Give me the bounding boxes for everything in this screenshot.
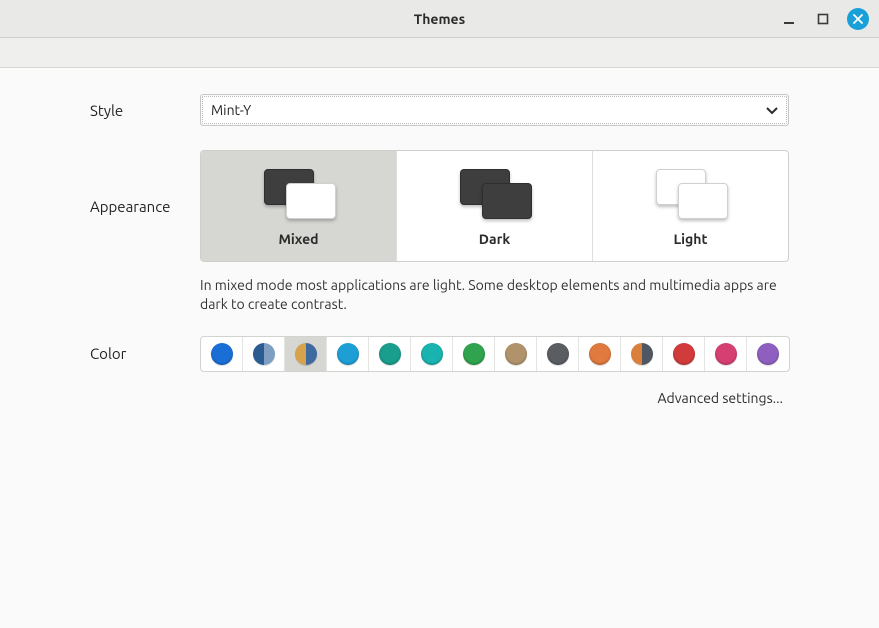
- style-selected-value: Mint-Y: [211, 102, 251, 118]
- color-swatch[interactable]: [285, 337, 327, 371]
- color-swatch-icon: [631, 343, 653, 365]
- appearance-label: Appearance: [90, 198, 200, 215]
- color-swatch-icon: [379, 343, 401, 365]
- color-swatch-icon: [505, 343, 527, 365]
- color-swatch-icon: [211, 343, 233, 365]
- titlebar: Themes: [0, 0, 879, 38]
- color-swatch[interactable]: [411, 337, 453, 371]
- content-area: Style Mint-Y Appearance Mixed: [0, 68, 879, 406]
- color-swatch-icon: [757, 343, 779, 365]
- advanced-settings-link[interactable]: Advanced settings...: [657, 390, 783, 406]
- color-swatch[interactable]: [705, 337, 747, 371]
- window-title: Themes: [0, 11, 879, 27]
- close-button[interactable]: [847, 8, 869, 30]
- appearance-option-light[interactable]: Light: [593, 151, 788, 261]
- style-label: Style: [90, 102, 200, 119]
- color-swatch-icon: [715, 343, 737, 365]
- appearance-option-mixed[interactable]: Mixed: [201, 151, 397, 261]
- color-swatch[interactable]: [537, 337, 579, 371]
- color-swatch-icon: [295, 343, 317, 365]
- appearance-row: Appearance Mixed Dark: [90, 150, 789, 262]
- close-icon: [853, 14, 863, 24]
- appearance-option-label: Dark: [479, 231, 510, 247]
- advanced-row: Advanced settings...: [90, 390, 789, 406]
- appearance-light-icon: [652, 167, 730, 219]
- minimize-button[interactable]: [779, 9, 799, 29]
- color-swatch-icon: [589, 343, 611, 365]
- appearance-dark-icon: [456, 167, 534, 219]
- color-swatch-icon: [463, 343, 485, 365]
- appearance-group: Mixed Dark Light: [200, 150, 789, 262]
- appearance-description-row: In mixed mode most applications are ligh…: [90, 276, 789, 314]
- color-swatch-icon: [337, 343, 359, 365]
- color-swatch[interactable]: [369, 337, 411, 371]
- color-swatch[interactable]: [243, 337, 285, 371]
- maximize-button[interactable]: [813, 9, 833, 29]
- color-swatch[interactable]: [621, 337, 663, 371]
- appearance-option-label: Mixed: [278, 231, 318, 247]
- color-swatch[interactable]: [453, 337, 495, 371]
- window-controls: [779, 8, 879, 30]
- appearance-mixed-icon: [260, 167, 338, 219]
- appearance-description: In mixed mode most applications are ligh…: [200, 276, 789, 314]
- color-swatch-icon: [547, 343, 569, 365]
- style-dropdown[interactable]: Mint-Y: [200, 94, 789, 126]
- minimize-icon: [783, 13, 795, 25]
- appearance-option-dark[interactable]: Dark: [397, 151, 593, 261]
- style-row: Style Mint-Y: [90, 94, 789, 126]
- subheader-strip: [0, 38, 879, 68]
- color-swatch[interactable]: [495, 337, 537, 371]
- color-swatch[interactable]: [327, 337, 369, 371]
- color-swatch-group: [200, 336, 790, 372]
- color-row: Color: [90, 336, 789, 372]
- color-swatch-icon: [673, 343, 695, 365]
- chevron-down-icon: [766, 102, 778, 118]
- color-label: Color: [90, 345, 200, 362]
- color-swatch[interactable]: [663, 337, 705, 371]
- maximize-icon: [817, 13, 829, 25]
- color-swatch[interactable]: [201, 337, 243, 371]
- color-swatch[interactable]: [579, 337, 621, 371]
- appearance-option-label: Light: [673, 231, 707, 247]
- color-swatch[interactable]: [747, 337, 789, 371]
- color-swatch-icon: [253, 343, 275, 365]
- color-swatch-icon: [421, 343, 443, 365]
